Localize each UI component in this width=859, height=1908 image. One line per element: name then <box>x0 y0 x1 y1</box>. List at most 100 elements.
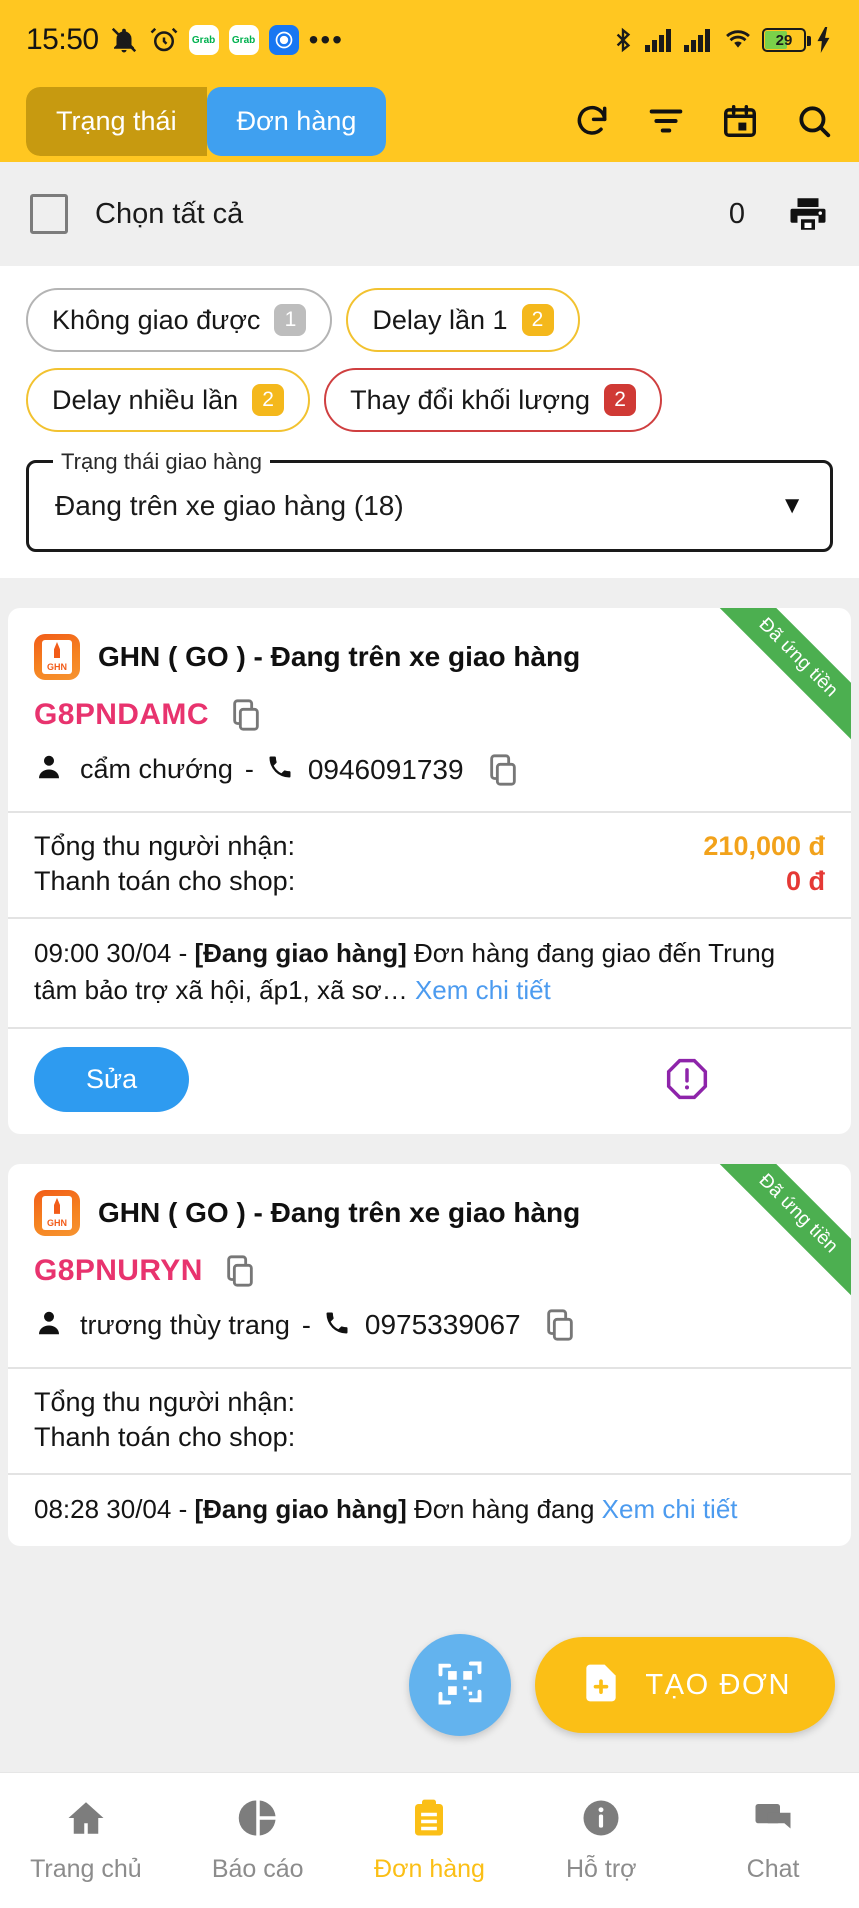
order-status-note: 08:28 30/04 - [Đang giao hàng] Đơn hàng … <box>8 1475 851 1546</box>
tab-don-hang[interactable]: Đơn hàng <box>206 86 387 156</box>
warning-octagon-icon[interactable] <box>665 1057 709 1101</box>
order-code[interactable]: G8PNDAMC <box>34 698 209 732</box>
person-icon <box>34 1308 64 1343</box>
filter-chip-badge: 2 <box>604 384 637 416</box>
order-code[interactable]: G8PNURYN <box>34 1254 203 1288</box>
filter-chip-khong-giao-duoc[interactable]: Không giao được 1 <box>26 288 333 352</box>
order-card[interactable]: Đã ứng tiền GHN GHN ( GO ) - Đang trên x… <box>8 608 851 1134</box>
clipboard-icon <box>408 1797 450 1844</box>
shop-payment-row: Thanh toán cho shop: 0 đ <box>34 866 825 897</box>
contact-separator: - <box>301 1309 311 1340</box>
order-contact-row: trương thùy trang - 0975339067 <box>8 1288 851 1367</box>
selected-count: 0 <box>728 197 745 230</box>
copy-icon[interactable] <box>543 1308 577 1342</box>
order-amounts: Tổng thu người nhận: 210,000 đ Thanh toá… <box>8 813 851 917</box>
order-card[interactable]: Đã ứng tiền GHN GHN ( GO ) - Đang trên x… <box>8 1163 851 1546</box>
order-contact-row: cẩm chướng - 0946091739 <box>8 732 851 811</box>
note-timestamp: 08:28 30/04 - <box>34 1493 195 1524</box>
content-scroll-area[interactable]: Chọn tất cả 0 Không giao được 1 Delay lầ… <box>0 162 859 1854</box>
filter-chip-delay-lan-1[interactable]: Delay lần 1 2 <box>346 288 580 352</box>
status-bar-right: 29 <box>610 27 833 53</box>
shop-payment-value: 0 đ <box>785 866 825 896</box>
bottom-navigation: Trang chủ Báo cáo Đơn hàng Hỗ trợ Chat <box>0 1772 859 1908</box>
filter-chip-thay-doi-khoi-luong[interactable]: Thay đổi khối lượng 2 <box>324 368 663 432</box>
order-actions: Sửa <box>8 1029 851 1134</box>
delivery-status-legend: Trạng thái giao hàng <box>53 449 270 475</box>
total-collect-row: Tổng thu người nhận: <box>34 1387 825 1418</box>
ghn-logo-icon: GHN <box>34 634 80 680</box>
info-icon <box>580 1797 622 1844</box>
order-status-note: 09:00 30/04 - [Đang giao hàng] Đơn hàng … <box>8 919 851 1027</box>
filter-icon[interactable] <box>647 102 685 140</box>
nav-item-chat[interactable]: Chat <box>687 1797 859 1884</box>
customer-phone[interactable]: 0946091739 <box>308 754 464 786</box>
copy-icon[interactable] <box>229 698 263 732</box>
total-collect-value: 210,000 đ <box>703 831 825 861</box>
app-bar-actions <box>573 102 833 140</box>
order-title: GHN ( GO ) - Đang trên xe giao hàng <box>98 1196 581 1228</box>
battery-percent: 29 <box>775 31 793 49</box>
ghn-logo-icon: GHN <box>34 1189 80 1236</box>
copy-icon[interactable] <box>486 753 520 787</box>
signal-2-icon <box>684 28 714 52</box>
grab-app-icon-2: Grab <box>228 25 259 55</box>
chevron-down-icon[interactable]: ▼ <box>780 492 804 520</box>
note-status-tag: [Đang giao hàng] <box>194 938 407 968</box>
order-title: GHN ( GO ) - Đang trên xe giao hàng <box>98 641 581 672</box>
nav-item-trang-chu[interactable]: Trang chủ <box>0 1797 172 1884</box>
bell-off-icon <box>109 25 139 55</box>
home-icon <box>65 1797 107 1844</box>
customer-name: cẩm chướng <box>80 754 233 784</box>
edit-order-button[interactable]: Sửa <box>34 1046 190 1112</box>
search-icon[interactable] <box>795 102 833 140</box>
printer-icon[interactable] <box>787 193 829 235</box>
section-gap <box>0 578 859 608</box>
status-overflow-icon: ••• <box>308 23 344 55</box>
scan-qr-fab[interactable] <box>409 1634 512 1736</box>
select-all-label: Chọn tất cả <box>95 197 244 230</box>
nav-label: Trang chủ <box>30 1855 142 1883</box>
create-order-label: TẠO ĐƠN <box>645 1668 791 1701</box>
order-code-row: G8PNURYN <box>8 1236 851 1288</box>
filter-chip-delay-nhieu-lan[interactable]: Delay nhiều lần 2 <box>26 368 311 432</box>
phone-icon <box>323 1309 351 1342</box>
select-all-bar: Chọn tất cả 0 <box>0 162 859 266</box>
select-all-checkbox[interactable] <box>30 194 68 234</box>
order-card-header: GHN GHN ( GO ) - Đang trên xe giao hàng <box>8 1164 851 1236</box>
total-collect-label: Tổng thu người nhận: <box>34 1386 295 1417</box>
phone-icon <box>266 753 294 786</box>
shop-payment-row: Thanh toán cho shop: <box>34 1422 825 1453</box>
filter-chip-badge: 2 <box>521 304 554 336</box>
copy-icon[interactable] <box>223 1254 257 1288</box>
nav-item-bao-cao[interactable]: Báo cáo <box>172 1797 344 1884</box>
person-icon <box>34 752 64 787</box>
charging-bolt-icon <box>815 27 833 53</box>
nav-label: Báo cáo <box>211 1855 304 1883</box>
view-detail-link[interactable]: Xem chi tiết <box>415 975 551 1005</box>
wifi-icon <box>723 27 753 53</box>
tab-trang-thai[interactable]: Trạng thái <box>26 86 207 156</box>
view-detail-link[interactable]: Xem chi tiết <box>602 1494 738 1524</box>
floating-action-group: TẠO ĐƠN <box>409 1634 835 1736</box>
nav-item-ho-tro[interactable]: Hỗ trợ <box>515 1797 687 1884</box>
create-order-fab[interactable]: TẠO ĐƠN <box>535 1637 835 1733</box>
delivery-status-select[interactable]: Trạng thái giao hàng Đang trên xe giao h… <box>26 449 833 552</box>
calendar-icon[interactable] <box>721 102 759 140</box>
pie-chart-icon <box>237 1797 279 1844</box>
zalo-app-icon <box>268 25 299 55</box>
note-timestamp: 09:00 30/04 - <box>34 938 195 968</box>
bluetooth-icon <box>610 27 636 53</box>
nav-item-don-hang[interactable]: Đơn hàng <box>344 1797 516 1884</box>
app-screen: 15:50 Grab Grab ••• 29 Trạng thái Đơn hà… <box>0 0 859 1908</box>
filter-chip-label: Không giao được <box>52 304 261 335</box>
filter-chip-badge: 2 <box>252 384 285 416</box>
contact-separator: - <box>244 754 254 784</box>
battery-icon: 29 <box>762 28 811 52</box>
note-body: Đơn hàng đang <box>406 1493 595 1524</box>
signal-1-icon <box>645 28 675 52</box>
refresh-icon[interactable] <box>573 102 611 140</box>
filter-chip-label: Thay đổi khối lượng <box>350 384 591 415</box>
order-card-header: GHN GHN ( GO ) - Đang trên xe giao hàng <box>8 608 851 680</box>
shop-payment-label: Thanh toán cho shop: <box>34 1421 296 1452</box>
customer-phone[interactable]: 0975339067 <box>365 1309 521 1341</box>
